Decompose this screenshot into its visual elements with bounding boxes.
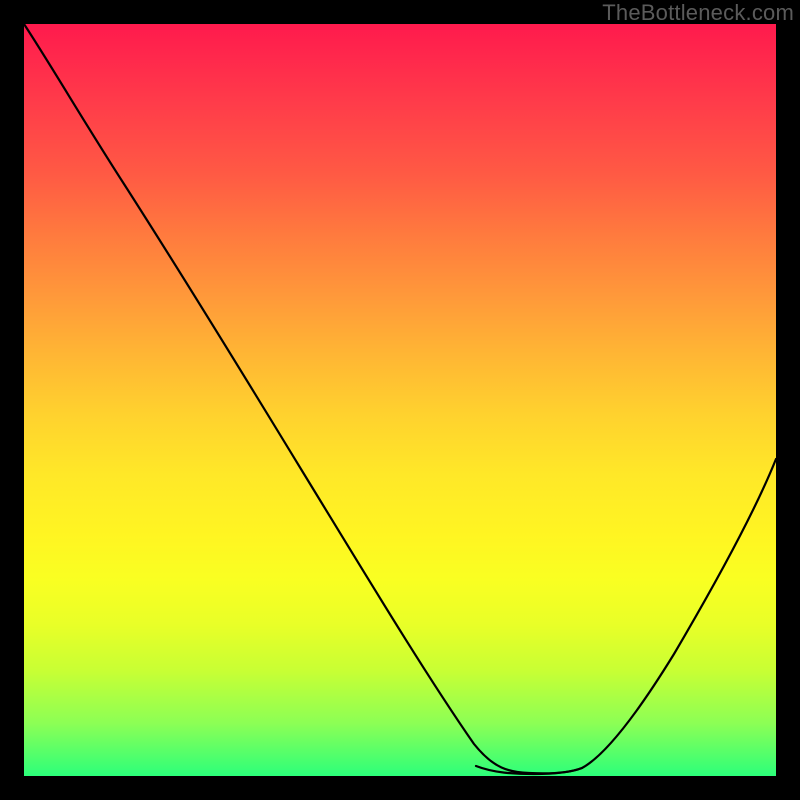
watermark-text: TheBottleneck.com [602, 0, 794, 26]
chart-frame: TheBottleneck.com [0, 0, 800, 800]
curve-svg [24, 24, 776, 776]
bottleneck-curve [24, 24, 776, 773]
plot-area [24, 24, 776, 776]
